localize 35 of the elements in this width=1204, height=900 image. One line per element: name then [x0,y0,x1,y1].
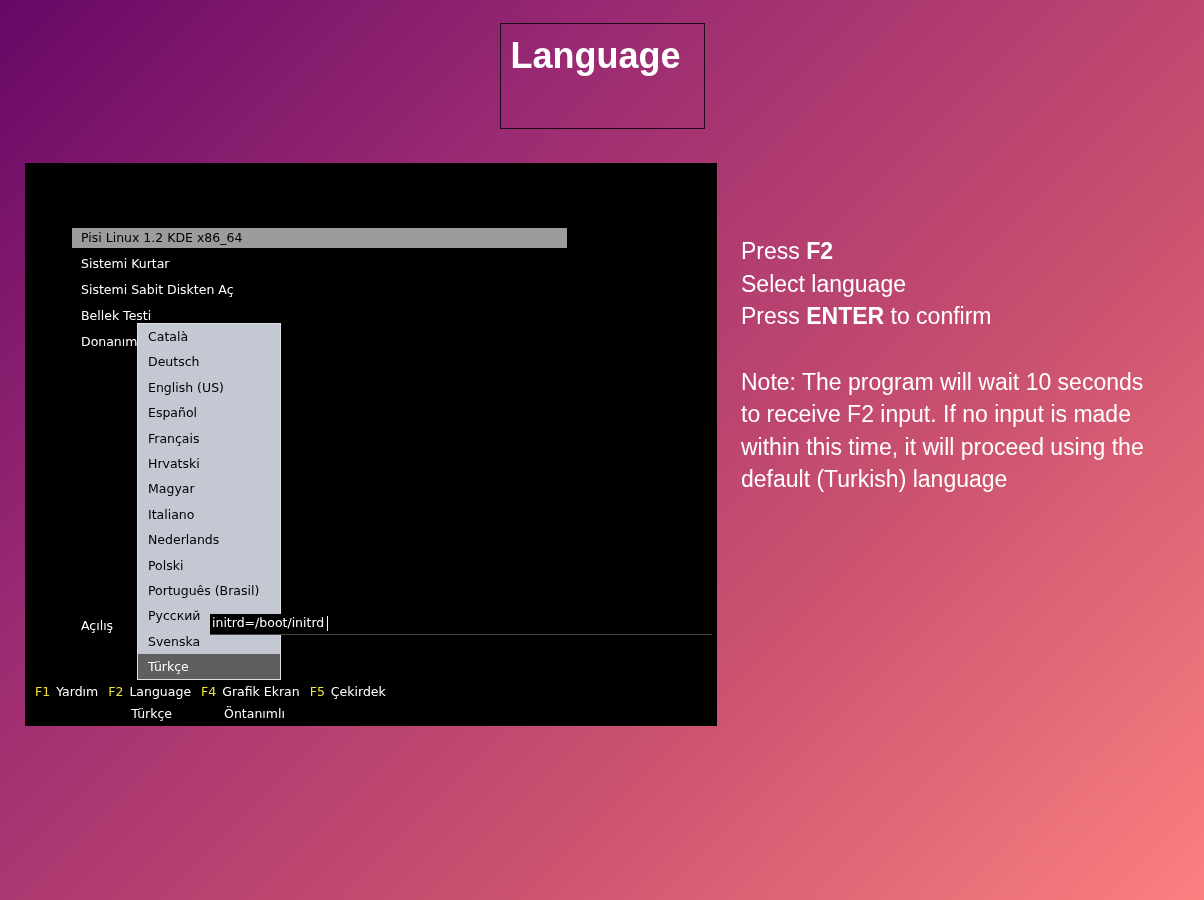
instruction-line: Press ENTER to confirm [741,302,993,331]
language-option[interactable]: Italiano [138,501,205,528]
boot-options-label: Açılış [81,617,115,635]
language-option[interactable]: Polski [138,552,194,578]
boot-menu-item[interactable]: Bellek Testi [72,306,162,326]
language-option[interactable]: Nederlands [138,527,230,553]
instruction-line: Select language [741,269,907,299]
language-option[interactable]: Türkçe [138,654,280,680]
instruction-line: Press F2 [741,237,835,266]
language-option[interactable]: Deutsch [138,349,210,375]
function-key-label: Language [129,683,192,701]
function-key[interactable]: F2 [108,683,124,702]
boot-menu-item[interactable]: Pisi Linux 1.2 KDE x86_64 [72,228,567,248]
function-key[interactable]: F4 [201,683,217,702]
language-option[interactable]: Svenska [138,628,211,655]
language-option[interactable]: Português (Brasil) [138,577,270,604]
language-option[interactable]: Magyar [138,476,205,502]
function-key-value: Öntanımlı [224,704,286,723]
function-key[interactable]: F5 [309,683,325,702]
language-option[interactable]: Русский [138,603,211,629]
language-option[interactable]: Français [138,425,210,451]
function-key-label: Çekirdek [330,683,386,701]
language-option[interactable]: Hrvatski [138,450,210,477]
function-key-label: Grafik Ekran [222,683,300,701]
slide-title: Language [510,34,682,78]
function-key[interactable]: F1 [35,683,51,702]
language-option[interactable]: English (US) [138,374,234,401]
language-option[interactable]: Català [138,324,199,350]
function-key-label: Yardım [56,683,99,701]
note-text: Note: The program will wait 10 seconds to receive F2 input. If no input is made within this time, it will proceed using the default (Turkish) language [741,367,1145,494]
boot-options-field[interactable]: initrd=/boot/initrd [210,614,712,635]
language-option[interactable]: Español [138,400,208,426]
boot-menu-item[interactable]: Sistemi Sabit Diskten Aç [72,280,244,300]
boot-menu-item[interactable]: Sistemi Kurtar [72,254,180,274]
function-key-value: Türkçe [131,704,174,723]
